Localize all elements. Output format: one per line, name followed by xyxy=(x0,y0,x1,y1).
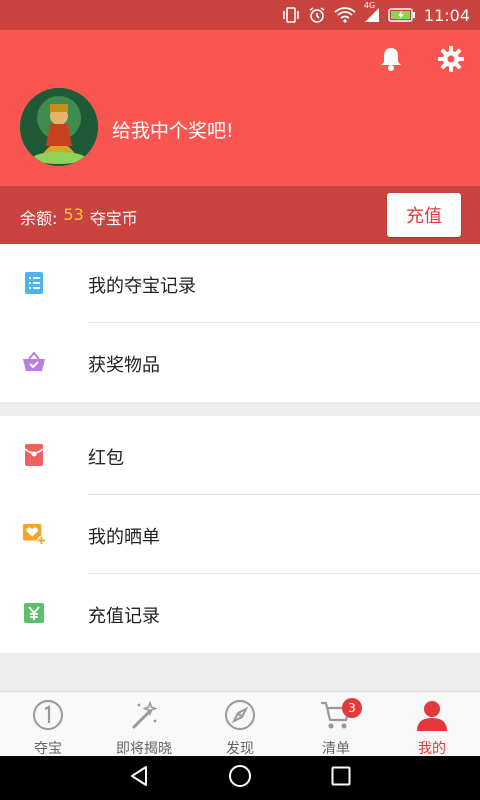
tab-label: 我的 xyxy=(418,741,446,757)
heart-photo-icon xyxy=(22,522,46,546)
profile-header: 给我中个奖吧! xyxy=(0,30,480,186)
tab-label: 夺宝 xyxy=(34,741,62,757)
recharge-button[interactable]: 充值 xyxy=(387,193,461,237)
menu-group-extras: 红包 我的晒单 充值记录 xyxy=(0,416,480,653)
home-icon[interactable] xyxy=(228,764,252,792)
list-document-icon xyxy=(22,271,46,295)
balance-prefix: 余额: xyxy=(20,209,58,228)
clock: 11:04 xyxy=(423,5,470,25)
tab-label: 清单 xyxy=(322,741,350,757)
username: 给我中个奖吧! xyxy=(112,120,234,142)
alarm-icon xyxy=(308,6,326,24)
menu-item-label: 红包 xyxy=(88,448,124,469)
system-nav-bar xyxy=(0,756,480,800)
menu-item-label: 获奖物品 xyxy=(88,355,160,376)
menu-item-my-posts[interactable]: 我的晒单 xyxy=(0,495,480,574)
gear-icon[interactable] xyxy=(436,44,466,74)
basket-icon xyxy=(22,350,46,374)
back-icon[interactable] xyxy=(129,765,149,791)
tab-cart[interactable]: 3 清单 xyxy=(288,692,384,757)
user-icon xyxy=(415,699,449,735)
balance-text: 余额: 53 夺宝币 xyxy=(20,205,138,229)
vibrate-icon xyxy=(282,6,300,24)
menu-group-records: 我的夺宝记录 获奖物品 xyxy=(0,244,480,402)
tab-label: 即将揭晓 xyxy=(116,741,172,757)
status-bar: 4G 11:04 xyxy=(0,0,480,30)
tab-label: 发现 xyxy=(226,741,254,757)
menu-item-label: 我的晒单 xyxy=(88,527,160,548)
menu-item-label: 我的夺宝记录 xyxy=(88,276,196,297)
yen-icon xyxy=(22,601,46,625)
compass-icon xyxy=(224,699,256,735)
menu-item-red-envelope[interactable]: 红包 xyxy=(0,416,480,495)
menu-item-label: 充值记录 xyxy=(88,606,160,627)
tab-discover[interactable]: 发现 xyxy=(192,692,288,757)
avatar[interactable] xyxy=(20,88,98,166)
battery-icon xyxy=(388,8,416,22)
bell-icon[interactable] xyxy=(376,44,406,74)
menu-item-treasure-records[interactable]: 我的夺宝记录 xyxy=(0,244,480,323)
recents-icon[interactable] xyxy=(331,766,351,790)
wifi-icon xyxy=(334,6,356,24)
network-type: 4G xyxy=(363,1,376,10)
balance-amount: 53 xyxy=(63,205,84,224)
balance-unit: 夺宝币 xyxy=(89,209,138,228)
magic-wand-icon xyxy=(128,699,160,735)
tab-treasure[interactable]: 夺宝 xyxy=(0,692,96,757)
bottom-tab-bar: 夺宝 即将揭晓 发现 3 清单 我的 xyxy=(0,691,480,757)
signal-icon: 4G xyxy=(364,1,380,23)
menu-item-recharge-records[interactable]: 充值记录 xyxy=(0,574,480,653)
red-envelope-icon xyxy=(22,443,46,467)
tab-upcoming[interactable]: 即将揭晓 xyxy=(96,692,192,757)
cart-count-badge: 3 xyxy=(342,698,362,718)
tab-mine[interactable]: 我的 xyxy=(384,692,480,757)
one-coin-icon xyxy=(32,699,64,735)
menu-item-won-items[interactable]: 获奖物品 xyxy=(0,323,480,402)
